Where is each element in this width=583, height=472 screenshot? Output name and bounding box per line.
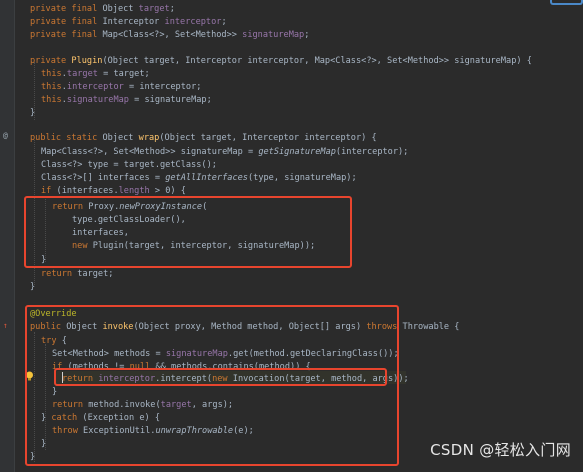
code-line[interactable]: private final Map<Class<?>, Set<Method>>… xyxy=(30,29,309,42)
code-line[interactable]: return target; xyxy=(41,268,113,281)
code-token: (interfaces. xyxy=(56,186,119,196)
code-token: signatureMap xyxy=(242,30,305,40)
code-line[interactable]: this.interceptor = interceptor; xyxy=(41,81,201,94)
code-token: private final xyxy=(30,17,103,27)
code-token: Plugin xyxy=(71,56,103,66)
code-token: (Object target, Interceptor interceptor,… xyxy=(102,56,532,66)
code-token: signatureMap xyxy=(66,95,129,105)
code-token: private xyxy=(30,56,72,66)
code-line[interactable]: Class<?>[] interfaces = getAllInterfaces… xyxy=(41,172,357,185)
editor-scroll-marker xyxy=(550,0,583,5)
code-token: target xyxy=(66,69,98,79)
code-token: interceptor xyxy=(66,82,124,92)
code-token: Map<Class<?>, Set<Method>> signatureMap … xyxy=(41,147,259,157)
code-token: Throwable { xyxy=(402,322,460,332)
code-token: ; xyxy=(304,30,310,40)
implements-marker-icon[interactable]: ↑ xyxy=(3,321,8,331)
code-token: Map<Class<?>, Set<Method>> xyxy=(102,30,243,40)
code-editor[interactable]: private final Object target; private fina… xyxy=(0,0,583,472)
code-token: } xyxy=(30,108,36,118)
code-token: this xyxy=(41,95,62,105)
code-token: Class<?>[] interfaces = xyxy=(41,173,166,183)
code-line[interactable]: Map<Class<?>, Set<Method>> signatureMap … xyxy=(41,146,408,159)
code-token: private final xyxy=(30,4,103,14)
highlight-box-proxy xyxy=(24,196,352,268)
code-token: Object xyxy=(102,133,139,143)
code-token: > xyxy=(149,186,166,196)
code-line[interactable]: public static Object wrap(Object target,… xyxy=(30,132,377,145)
code-token: target; xyxy=(77,269,114,279)
code-line[interactable]: this.target = target; xyxy=(41,68,150,81)
code-token: (Object target, Interceptor interceptor)… xyxy=(159,133,377,143)
code-token: (type, signatureMap); xyxy=(247,173,357,183)
code-line[interactable]: this.signatureMap = signatureMap; xyxy=(41,94,212,107)
code-token: ) { xyxy=(170,186,186,196)
code-token: = target; xyxy=(97,69,150,79)
highlight-box-intercept xyxy=(54,368,387,386)
override-marker-icon[interactable]: @ xyxy=(3,131,8,141)
code-line[interactable]: } xyxy=(30,107,35,120)
code-token: this xyxy=(41,69,62,79)
code-token: this xyxy=(41,82,62,92)
code-token: public static xyxy=(30,133,103,143)
code-token: length xyxy=(118,186,150,196)
watermark: CSDN @轻松入门网 xyxy=(430,441,571,459)
code-token: wrap xyxy=(138,133,160,143)
code-token: = signatureMap; xyxy=(128,95,212,105)
code-token: ; xyxy=(221,17,227,27)
code-token: target xyxy=(138,4,170,14)
code-token: Class<?> type = target.getClass(); xyxy=(41,160,217,170)
code-token: if xyxy=(41,186,57,196)
code-token: getAllInterfaces xyxy=(165,173,248,183)
code-token: } xyxy=(30,282,36,292)
code-line[interactable]: } xyxy=(30,281,35,294)
code-line[interactable]: private final Object target; xyxy=(30,3,175,16)
code-token: = interceptor; xyxy=(123,82,202,92)
code-token: getSignatureMap xyxy=(258,147,336,157)
code-token: Interceptor xyxy=(102,17,165,27)
editor-gutter[interactable] xyxy=(0,0,14,472)
code-line[interactable]: private Plugin(Object target, Intercepto… xyxy=(30,55,532,68)
code-token: interceptor xyxy=(164,17,222,27)
code-line[interactable]: private final Interceptor interceptor; xyxy=(30,16,227,29)
code-token: (interceptor); xyxy=(335,147,409,157)
code-token: return xyxy=(41,269,78,279)
code-line[interactable]: Class<?> type = target.getClass(); xyxy=(41,159,217,172)
code-token: Object xyxy=(102,4,139,14)
gutter-divider xyxy=(14,0,15,472)
code-token: private final xyxy=(30,30,103,40)
code-token: ; xyxy=(169,4,175,14)
